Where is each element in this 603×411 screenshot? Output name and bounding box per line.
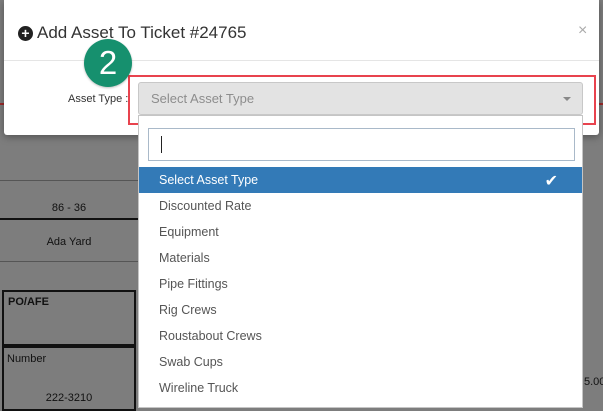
dropdown-option[interactable]: Pipe Fittings <box>139 271 582 297</box>
close-button[interactable]: × <box>578 22 587 40</box>
dropdown-option[interactable]: Swab Cups <box>139 349 582 375</box>
background-cell-text: PO/AFE <box>8 296 49 308</box>
background-cell-text: 5.00 <box>584 376 603 388</box>
option-label: Select Asset Type <box>159 173 259 187</box>
background-table-cell: PO/AFE <box>2 290 136 346</box>
option-label: Swab Cups <box>159 355 223 369</box>
background-table-cell: Ada Yard <box>0 222 138 262</box>
dropdown-search-input[interactable] <box>148 128 575 161</box>
text-cursor <box>161 136 162 153</box>
option-label: Wireline Truck <box>159 381 239 395</box>
background-table-cell: 5.00 <box>584 376 603 390</box>
check-icon: ✔ <box>544 173 558 190</box>
dropdown-option-selected[interactable]: Select Asset Type ✔ <box>139 167 582 193</box>
background-divider <box>599 103 603 105</box>
background-table-cell: 86 - 36 <box>0 180 138 220</box>
dropdown-option[interactable]: Rig Crews <box>139 297 582 323</box>
asset-type-dropdown: Select Asset Type ✔ Discounted Rate Equi… <box>138 115 583 408</box>
background-cell-text: Ada Yard <box>46 236 92 248</box>
background-cell-text: Number <box>7 353 47 365</box>
option-label: Rig Crews <box>159 303 217 317</box>
dropdown-option[interactable]: Discounted Rate <box>139 193 582 219</box>
option-label: Pipe Fittings <box>159 277 228 291</box>
dropdown-option[interactable]: Equipment <box>139 219 582 245</box>
plus-circle-icon: + <box>18 25 33 41</box>
modal-title-text: Add Asset To Ticket #24765 <box>37 23 247 42</box>
dropdown-option[interactable]: Materials <box>139 245 582 271</box>
option-label: Discounted Rate <box>159 199 252 213</box>
background-table-cell: Number 222-3210 <box>2 346 136 411</box>
asset-type-select[interactable]: Select Asset Type <box>138 82 583 115</box>
asset-type-label: Asset Type : <box>68 93 129 105</box>
caret-down-icon <box>563 97 571 101</box>
option-label: Roustabout Crews <box>159 329 262 343</box>
background-cell-text: 86 - 36 <box>51 202 87 214</box>
dropdown-option[interactable]: Wireline Truck <box>139 375 582 401</box>
background-cell-text: 222-3210 <box>45 392 93 404</box>
option-list: Select Asset Type ✔ Discounted Rate Equi… <box>139 167 582 401</box>
step-badge: 2 <box>84 39 132 87</box>
select-placeholder: Select Asset Type <box>151 91 255 106</box>
option-label: Equipment <box>159 225 219 239</box>
option-label: Materials <box>159 251 210 265</box>
modal-title: + Add Asset To Ticket #24765 <box>18 23 247 43</box>
dropdown-option[interactable]: Roustabout Crews <box>139 323 582 349</box>
